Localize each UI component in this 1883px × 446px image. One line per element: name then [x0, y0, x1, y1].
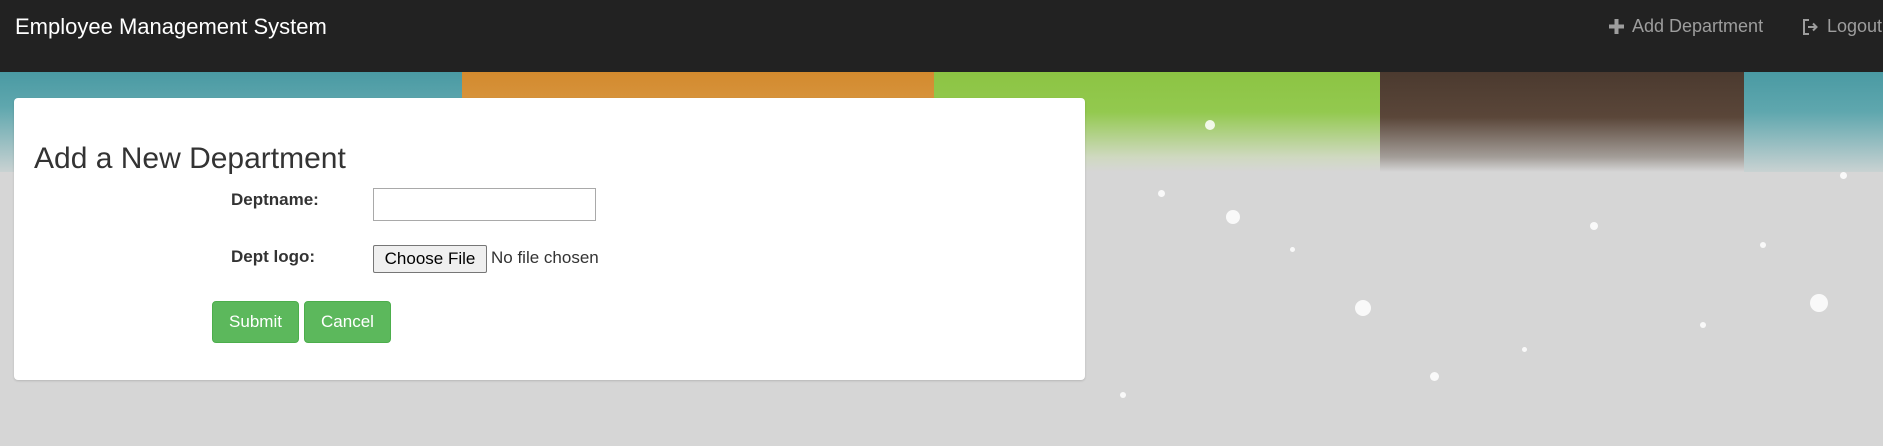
logout-icon	[1802, 18, 1819, 35]
bg-speck	[1355, 300, 1371, 316]
bg-speck	[1226, 210, 1240, 224]
choose-file-button[interactable]: Choose File	[373, 245, 487, 273]
bg-stripe-brown	[1380, 72, 1744, 172]
logout-link[interactable]: Logout	[1802, 16, 1882, 37]
brand-title[interactable]: Employee Management System	[15, 14, 327, 40]
add-department-panel: Add a New Department Deptname: Dept logo…	[14, 98, 1085, 380]
bg-speck	[1120, 392, 1126, 398]
bg-speck	[1430, 372, 1439, 381]
logout-label: Logout	[1827, 16, 1883, 36]
plus-icon	[1609, 19, 1624, 34]
bg-speck	[1522, 347, 1527, 352]
bg-speck	[1205, 120, 1215, 130]
submit-button[interactable]: Submit	[212, 301, 299, 343]
bg-speck	[1590, 222, 1598, 230]
cancel-button[interactable]: Cancel	[304, 301, 391, 343]
bg-speck	[1290, 247, 1295, 252]
file-status-text: No file chosen	[491, 248, 599, 267]
bg-speck	[1840, 172, 1847, 179]
bg-speck	[1810, 294, 1828, 312]
deptname-label: Deptname:	[231, 190, 319, 209]
deptname-input[interactable]	[373, 188, 596, 221]
bg-speck	[1158, 190, 1165, 197]
add-department-link[interactable]: Add Department	[1609, 16, 1763, 37]
navbar: Employee Management System Add Departmen…	[0, 0, 1883, 72]
page-title: Add a New Department	[34, 142, 346, 175]
add-department-label: Add Department	[1632, 16, 1764, 36]
dept-logo-label: Dept logo:	[231, 247, 316, 266]
bg-speck	[1760, 242, 1766, 248]
bg-speck	[1700, 322, 1706, 328]
bg-stripe-teal-right	[1744, 72, 1883, 172]
